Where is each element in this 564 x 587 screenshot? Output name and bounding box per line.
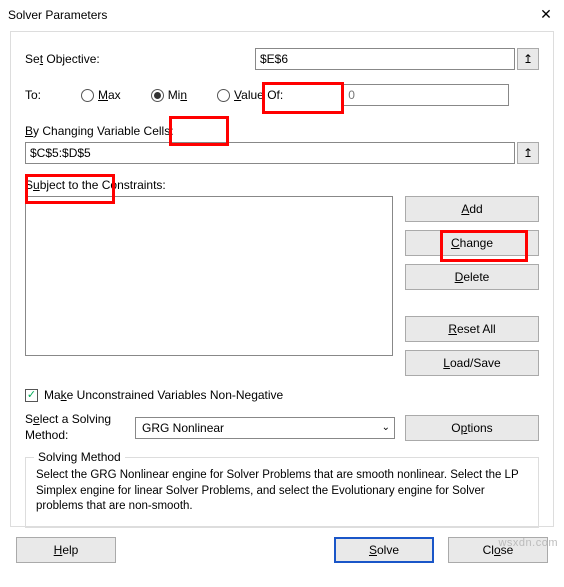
footer: Help Solve Close — [0, 533, 564, 571]
window-title: Solver Parameters — [8, 8, 107, 22]
close-icon[interactable]: ✕ — [536, 6, 556, 23]
to-row: To: Max Min Value Of: — [25, 84, 539, 106]
radio-min[interactable]: Min — [151, 88, 187, 102]
radio-max-label: Max — [98, 88, 121, 102]
to-label: To: — [25, 88, 65, 102]
method-select[interactable]: GRG Nonlinear ⌄ — [135, 417, 395, 439]
unconstrained-checkbox[interactable]: ✓ — [25, 389, 38, 402]
constraints-area: Add Change Delete Reset All Load/Save — [25, 196, 539, 376]
objective-input-wrap: ↥ — [255, 48, 539, 70]
chevron-down-icon: ⌄ — [382, 422, 390, 433]
radio-valueof-circle — [217, 89, 230, 102]
objective-row: Set Objective: ↥ — [25, 48, 539, 70]
help-button[interactable]: Help — [16, 537, 116, 563]
radio-min-label: Min — [168, 88, 187, 102]
reset-all-button[interactable]: Reset All — [405, 316, 539, 342]
constraints-buttons: Add Change Delete Reset All Load/Save — [405, 196, 539, 376]
radio-max[interactable]: Max — [81, 88, 121, 102]
unconstrained-label: Make Unconstrained Variables Non-Negativ… — [44, 388, 283, 402]
constraints-listbox[interactable] — [25, 196, 393, 356]
objective-label: Set Objective: — [25, 52, 115, 66]
variables-ref-button[interactable]: ↥ — [517, 142, 539, 164]
unconstrained-row[interactable]: ✓ Make Unconstrained Variables Non-Negat… — [25, 388, 539, 402]
method-value: GRG Nonlinear — [142, 421, 224, 435]
load-save-button[interactable]: Load/Save — [405, 350, 539, 376]
titlebar: Solver Parameters ✕ — [0, 0, 564, 27]
variables-label: By Changing Variable Cells: — [25, 124, 539, 138]
delete-button[interactable]: Delete — [405, 264, 539, 290]
collapse-icon: ↥ — [523, 146, 533, 160]
solving-method-group: Solving Method Select the GRG Nonlinear … — [25, 457, 539, 528]
solve-button[interactable]: Solve — [334, 537, 434, 563]
options-button[interactable]: Options — [405, 415, 539, 441]
to-radio-group: Max Min Value Of: — [81, 84, 509, 106]
valueof-input[interactable] — [341, 84, 509, 106]
add-button[interactable]: Add — [405, 196, 539, 222]
radio-valueof[interactable]: Value Of: — [217, 88, 283, 102]
collapse-icon: ↥ — [523, 52, 533, 66]
objective-ref-button[interactable]: ↥ — [517, 48, 539, 70]
main-panel: Set Objective: ↥ To: Max Min Value Of: — [10, 31, 554, 527]
solving-method-legend: Solving Method — [34, 450, 125, 464]
variables-input[interactable] — [25, 142, 515, 164]
change-button[interactable]: Change — [405, 230, 539, 256]
radio-max-circle — [81, 89, 94, 102]
constraints-label: Subject to the Constraints: — [25, 178, 539, 192]
radio-min-circle — [151, 89, 164, 102]
variables-input-wrap: ↥ — [25, 142, 539, 164]
radio-valueof-label: Value Of: — [234, 88, 283, 102]
method-label: Select a Solving Method: — [25, 412, 125, 443]
watermark: wsxdn.com — [498, 537, 558, 549]
objective-input[interactable] — [255, 48, 515, 70]
method-row: Select a Solving Method: GRG Nonlinear ⌄… — [25, 412, 539, 443]
solving-method-text: Select the GRG Nonlinear engine for Solv… — [36, 468, 528, 515]
